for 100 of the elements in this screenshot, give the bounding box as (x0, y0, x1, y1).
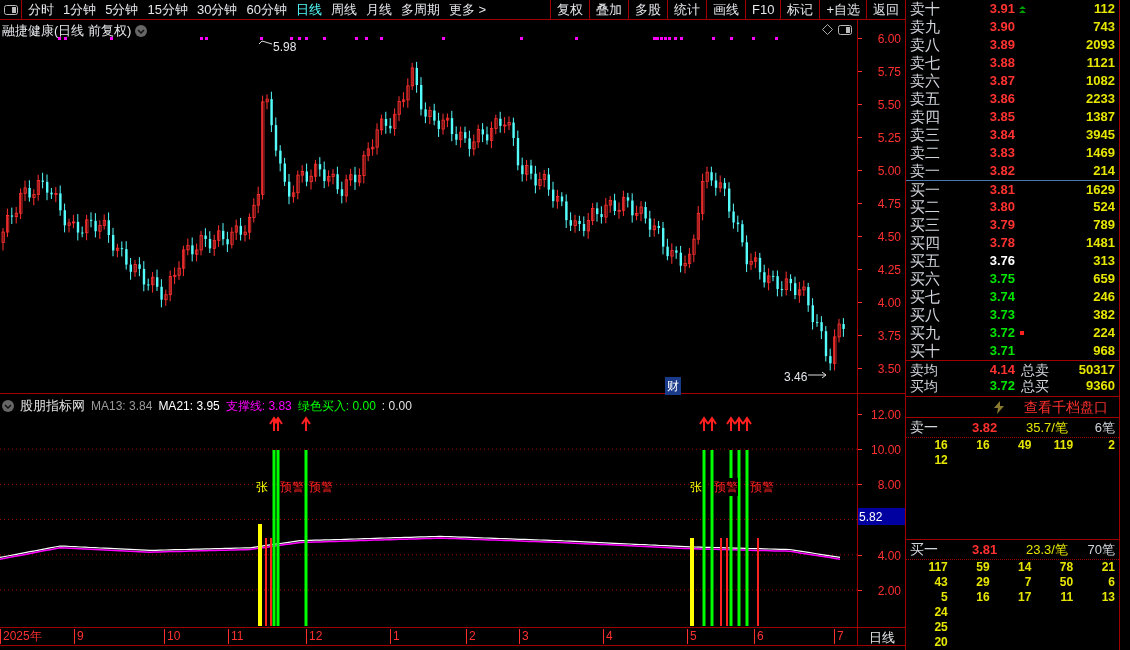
date-label: 9 (74, 629, 84, 644)
level-volume: 1121 (1085, 54, 1115, 73)
period-tab[interactable]: 周线 (330, 0, 357, 20)
date-label: 5 (687, 629, 697, 644)
order-size: 12 (933, 453, 948, 468)
price-axis-label: 3.50 (877, 361, 901, 378)
finance-badge[interactable]: 财 (665, 377, 681, 395)
level-price: 3.81 (988, 180, 1015, 199)
level-label: 买六 (910, 270, 941, 288)
period-tab[interactable]: 分时 (28, 0, 54, 20)
level-label: 卖六 (910, 72, 941, 90)
date-label: 7 (834, 629, 844, 644)
level-price: 3.87 (988, 72, 1015, 91)
summary-price: 3.72 (988, 377, 1015, 396)
period-tab[interactable]: 更多 > (448, 0, 487, 20)
queue-average: 23.3/笔 (1026, 540, 1068, 559)
signal-label: 张 (690, 478, 702, 496)
period-tab[interactable]: 15分钟 (147, 0, 188, 20)
queue-average: 35.7/笔 (1026, 418, 1068, 437)
toolbar-button[interactable]: 多股 (628, 0, 667, 20)
level-price: 3.80 (988, 198, 1015, 217)
order-size: 117 (927, 560, 948, 575)
period-tab[interactable]: 1分钟 (63, 0, 97, 20)
price-axis-label: 4.75 (877, 196, 901, 213)
level-price: 3.79 (988, 216, 1015, 235)
price-axis-label: 3.75 (877, 328, 901, 345)
order-size: 20 (933, 635, 948, 650)
level-label: 买九 (910, 324, 941, 342)
level-volume: 1481 (1085, 234, 1115, 253)
order-size: 6 (1107, 575, 1115, 590)
toolbar-button[interactable]: 返回 (866, 0, 905, 20)
price-axis-label: 4.00 (877, 295, 901, 312)
level-price: 3.72 (988, 324, 1015, 343)
order-size: 2 (1107, 438, 1115, 453)
level-label: 买四 (910, 234, 941, 252)
price-axis-label: 5.50 (877, 97, 901, 114)
date-label: 2 (466, 629, 476, 644)
depth-link[interactable]: 查看千档盘口 (1024, 396, 1108, 418)
period-tab[interactable]: 60分钟 (246, 0, 287, 20)
order-size: 17 (1017, 590, 1032, 605)
level-volume: 2233 (1085, 90, 1115, 109)
level-price: 3.86 (988, 90, 1015, 109)
level-label: 买十 (910, 342, 941, 360)
date-label: 12 (306, 629, 323, 644)
order-size: 5 (940, 590, 948, 605)
order-size: 11 (1059, 590, 1074, 605)
level-volume: 382 (1092, 306, 1115, 325)
period-tab[interactable]: 日线 (295, 0, 322, 20)
indicator-axis-label: 10.00 (870, 442, 901, 460)
indicator-value: 支撑线: 3.83 (225, 397, 292, 415)
signal-label: 张 (256, 478, 268, 496)
order-size: 13 (1100, 590, 1115, 605)
queue-price: 3.82 (972, 418, 999, 437)
price-axis-label: 6.00 (877, 31, 901, 48)
date-label: 6 (754, 629, 764, 644)
order-size: 43 (933, 575, 948, 590)
price-axis-label: 4.50 (877, 229, 901, 246)
period-tab[interactable]: 月线 (365, 0, 392, 20)
level-volume: 224 (1092, 324, 1115, 343)
toolbar-button[interactable]: F10 (745, 0, 781, 20)
date-label: 2025年 (0, 629, 42, 644)
indicator-value: MA13: 3.84 (91, 397, 153, 415)
toolbar-button[interactable]: 画线 (706, 0, 745, 20)
level-volume: 214 (1092, 162, 1115, 181)
level-price: 3.71 (988, 342, 1015, 361)
level-label: 卖三 (910, 126, 941, 144)
price-axis-label: 5.25 (877, 130, 901, 147)
toolbar-button[interactable]: 复权 (550, 0, 589, 20)
period-tab[interactable]: 多周期 (400, 0, 440, 20)
toolbar-button[interactable]: +自选 (819, 0, 866, 20)
level-label: 买七 (910, 288, 941, 306)
period-tab[interactable]: 30分钟 (196, 0, 238, 20)
chart-title: 融捷健康(日线 前复权) (2, 22, 132, 40)
level-volume: 659 (1092, 270, 1115, 289)
signal-label: 预警 (309, 478, 333, 496)
toolbar-button[interactable]: 标记 (780, 0, 820, 20)
toolbar-button[interactable]: 叠加 (589, 0, 628, 20)
level-volume: 968 (1092, 342, 1115, 361)
level-volume: 3945 (1085, 126, 1115, 145)
level-price: 3.84 (988, 126, 1015, 145)
level-volume: 789 (1092, 216, 1115, 235)
level-label: 卖五 (910, 90, 941, 108)
order-size: 50 (1058, 575, 1074, 590)
signal-label: 预警 (280, 478, 304, 496)
summary-label: 总买 (1021, 377, 1049, 396)
queue-label: 买一 (910, 540, 939, 559)
signal-label: 预警 (714, 478, 738, 496)
queue-price: 3.81 (972, 540, 999, 559)
level-label: 卖四 (910, 108, 941, 126)
order-size: 21 (1100, 560, 1115, 575)
period-tab[interactable]: 5分钟 (105, 0, 139, 20)
toolbar-button[interactable]: 统计 (667, 0, 706, 20)
level-price: 3.83 (988, 144, 1015, 163)
level-label: 卖七 (910, 54, 941, 72)
summary-total: 9360 (1085, 377, 1115, 396)
order-size: 16 (975, 590, 990, 605)
level-label: 卖九 (910, 18, 941, 36)
level-volume: 2093 (1085, 36, 1115, 55)
price-axis-label: 5.00 (877, 163, 901, 180)
level-volume: 1387 (1085, 108, 1115, 127)
